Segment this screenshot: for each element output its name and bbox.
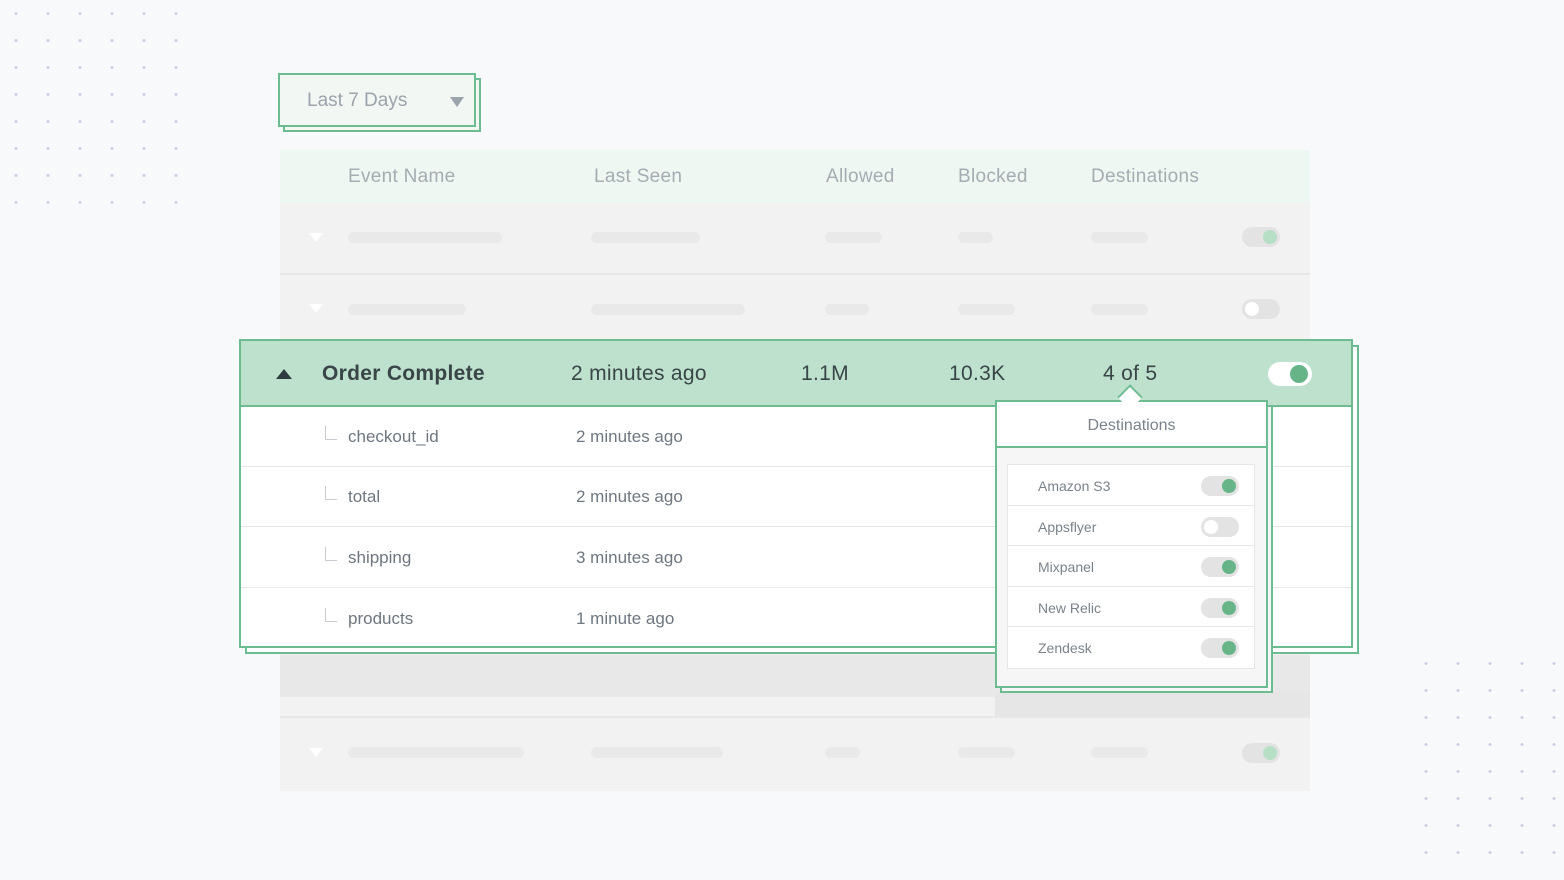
toggle-knob xyxy=(1222,600,1236,615)
event-allowed-count: 1.1M xyxy=(801,362,849,385)
property-name: shipping xyxy=(348,548,412,567)
dot-pattern-bottom-right xyxy=(1410,650,1564,865)
toggle-knob xyxy=(1222,641,1236,655)
destination-toggle[interactable] xyxy=(1201,557,1239,577)
placeholder-bar xyxy=(348,304,466,315)
property-name: products xyxy=(348,609,414,628)
toggle-knob xyxy=(1245,302,1259,316)
toggle-knob xyxy=(1263,230,1277,244)
property-name: checkout_id xyxy=(348,427,439,446)
date-range-label: Last 7 Days xyxy=(307,90,408,111)
expand-caret-icon[interactable] xyxy=(309,304,323,313)
destination-name: Amazon S3 xyxy=(1038,478,1111,494)
expand-caret-icon[interactable] xyxy=(309,748,323,757)
column-header-event-name[interactable]: Event Name xyxy=(348,166,456,188)
destination-toggle[interactable] xyxy=(1201,516,1239,537)
property-last-seen: 2 minutes ago xyxy=(576,427,683,446)
placeholder-bar xyxy=(591,304,745,315)
tree-branch-icon xyxy=(325,608,337,622)
toggle-knob xyxy=(1222,560,1236,574)
placeholder-bar xyxy=(958,747,1015,758)
placeholder-bar xyxy=(825,232,882,243)
placeholder-bar xyxy=(825,304,869,315)
popover-title: Destinations xyxy=(1087,417,1176,434)
destination-name: Zendesk xyxy=(1038,640,1092,656)
dot-pattern-top-left xyxy=(0,0,190,215)
placeholder-bar xyxy=(958,304,1015,315)
destination-name: Appsflyer xyxy=(1038,518,1097,535)
property-name: total xyxy=(348,487,381,506)
destination-name: New Relic xyxy=(1038,599,1102,616)
event-toggle[interactable] xyxy=(1242,743,1280,763)
destination-item-zendesk: Zendesk xyxy=(1008,627,1254,668)
expand-caret-icon[interactable] xyxy=(309,233,323,242)
event-toggle[interactable] xyxy=(1242,227,1280,247)
toggle-knob xyxy=(1222,479,1236,493)
tree-branch-icon xyxy=(325,486,337,500)
placeholder-bar xyxy=(1091,232,1148,243)
caret-down-icon xyxy=(450,97,464,107)
toggle-knob xyxy=(1263,746,1277,760)
property-last-seen: 2 minutes ago xyxy=(576,487,683,506)
destinations-popover: Destinations Amazon S3 Appsflyer Mixpane… xyxy=(995,400,1268,688)
toggle-knob xyxy=(1290,365,1308,383)
event-toggle[interactable] xyxy=(1242,299,1280,319)
destination-item-amazon-s3: Amazon S3 xyxy=(1008,465,1254,506)
column-header-blocked[interactable]: Blocked xyxy=(958,166,1028,188)
destination-item-appsflyer: Appsflyer xyxy=(1008,506,1254,546)
event-row-order-complete[interactable]: Order Complete 2 minutes ago 1.1M 10.3K … xyxy=(241,341,1351,407)
property-last-seen: 3 minutes ago xyxy=(576,548,683,567)
event-destinations-count[interactable]: 4 of 5 xyxy=(1103,362,1157,386)
destination-item-mixpanel: Mixpanel xyxy=(1008,546,1254,587)
placeholder-bar xyxy=(1091,747,1148,758)
tree-branch-icon xyxy=(325,426,337,440)
column-header-destinations[interactable]: Destinations xyxy=(1091,166,1199,188)
destination-name: Mixpanel xyxy=(1038,559,1095,575)
toggle-knob xyxy=(1204,519,1218,534)
placeholder-bar xyxy=(825,747,860,758)
destination-list: Amazon S3 Appsflyer Mixpanel New Relic Z… xyxy=(1007,464,1255,669)
tree-branch-icon xyxy=(325,547,337,561)
destination-toggle[interactable] xyxy=(1201,476,1239,496)
placeholder-bar xyxy=(591,747,723,758)
placeholder-bar xyxy=(958,232,993,243)
placeholder-bar xyxy=(348,232,502,243)
event-last-seen: 2 minutes ago xyxy=(571,362,707,385)
event-name: Order Complete xyxy=(322,362,485,385)
event-enabled-toggle[interactable] xyxy=(1268,362,1312,386)
destination-item-new-relic: New Relic xyxy=(1008,587,1254,627)
column-header-allowed[interactable]: Allowed xyxy=(826,166,895,188)
column-header-last-seen[interactable]: Last Seen xyxy=(594,166,682,188)
placeholder-bar xyxy=(1091,304,1148,315)
destination-toggle[interactable] xyxy=(1201,638,1239,658)
property-last-seen: 1 minute ago xyxy=(576,609,675,628)
placeholder-bar xyxy=(348,747,524,758)
event-blocked-count: 10.3K xyxy=(949,362,1006,385)
date-range-dropdown[interactable]: Last 7 Days xyxy=(278,73,476,127)
collapse-caret-icon[interactable] xyxy=(276,369,292,379)
placeholder-bar xyxy=(591,232,700,243)
popover-header: Destinations xyxy=(997,402,1266,448)
destination-toggle[interactable] xyxy=(1201,597,1239,618)
